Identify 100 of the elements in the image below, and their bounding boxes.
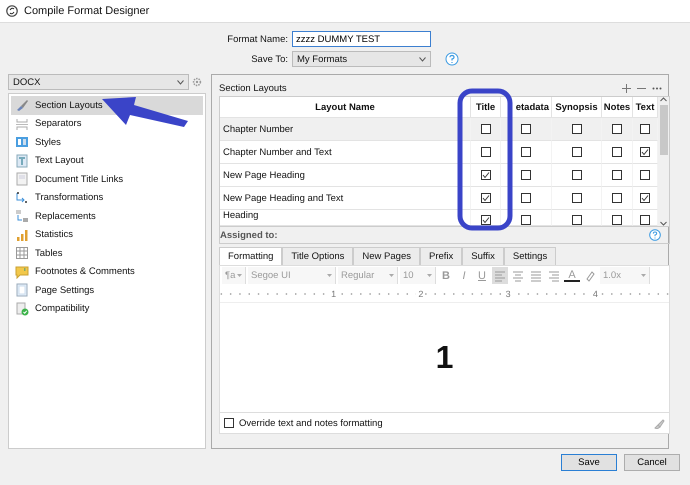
chevron-icon bbox=[419, 56, 426, 62]
ruler-number: 3 bbox=[504, 288, 513, 298]
sidebar-item[interactable]: Styles bbox=[11, 133, 203, 152]
checkbox[interactable] bbox=[612, 215, 622, 225]
checkbox[interactable] bbox=[480, 124, 490, 134]
tab[interactable]: Settings bbox=[504, 247, 556, 265]
field-label: Format Name: bbox=[226, 34, 288, 44]
editor-text: 1 bbox=[436, 339, 454, 376]
check-icon bbox=[482, 216, 490, 224]
checkbox-label: Override text and notes formatting bbox=[239, 418, 383, 428]
align-right-icon[interactable] bbox=[547, 268, 561, 282]
checkbox[interactable] bbox=[480, 193, 490, 203]
assigned-label: Assigned to: bbox=[220, 230, 278, 240]
checkbox[interactable] bbox=[572, 193, 582, 203]
document-check-icon bbox=[15, 302, 29, 316]
dialog-button[interactable]: Save bbox=[561, 454, 617, 471]
chevron-icon bbox=[177, 80, 184, 84]
sidebar-item[interactable]: Statistics bbox=[11, 226, 203, 244]
scrollbar[interactable] bbox=[658, 97, 669, 226]
checkbox[interactable] bbox=[480, 215, 490, 225]
tab[interactable]: Title Options bbox=[282, 247, 354, 265]
checkbox[interactable] bbox=[640, 170, 650, 180]
checkbox[interactable] bbox=[640, 215, 650, 225]
checkbox[interactable] bbox=[572, 170, 582, 180]
transform-icon bbox=[15, 190, 29, 205]
checkbox[interactable] bbox=[640, 147, 650, 157]
item-label: Footnotes & Comments bbox=[35, 266, 135, 278]
sidebar-item[interactable]: Compatibility bbox=[11, 300, 203, 318]
ruler-number: 4 bbox=[590, 288, 600, 298]
item-label: Styles bbox=[35, 136, 61, 148]
item-label: Statistics bbox=[35, 229, 74, 240]
checkbox[interactable] bbox=[521, 170, 531, 180]
item-label: Separators bbox=[35, 118, 82, 130]
checkbox[interactable] bbox=[640, 124, 650, 134]
check-icon bbox=[641, 148, 649, 156]
format-dropdown[interactable]: DOCX bbox=[8, 74, 189, 90]
checkbox[interactable] bbox=[572, 124, 582, 134]
item-label: Tables bbox=[35, 248, 62, 259]
checkbox[interactable] bbox=[612, 170, 622, 180]
align-center-icon[interactable] bbox=[511, 268, 525, 282]
table-cell: Chapter Number bbox=[220, 118, 471, 141]
sidebar-item[interactable]: Separators bbox=[11, 114, 203, 133]
styles-icon bbox=[15, 135, 29, 150]
window-title: Compile Format Designer bbox=[24, 5, 150, 17]
override-checkbox[interactable] bbox=[224, 418, 234, 428]
caret-icon bbox=[389, 274, 394, 277]
table-cell: New Page Heading and Text bbox=[220, 187, 471, 210]
checkbox[interactable] bbox=[480, 170, 490, 180]
sidebar-item[interactable]: Page Settings bbox=[11, 281, 203, 300]
sidebar-item[interactable]: Tables bbox=[11, 244, 203, 262]
sidebar-item[interactable]: Replacements bbox=[11, 207, 203, 226]
dialog-button[interactable]: Cancel bbox=[624, 454, 680, 471]
tab[interactable]: Formatting bbox=[219, 247, 282, 265]
replace-icon bbox=[15, 209, 29, 224]
check-icon bbox=[641, 194, 649, 202]
item-label: Text Layout bbox=[35, 155, 84, 166]
checkbox[interactable] bbox=[521, 124, 531, 134]
field-label: Save To: bbox=[250, 54, 288, 64]
help-icon[interactable] bbox=[649, 229, 661, 241]
tab[interactable]: Prefix bbox=[420, 247, 462, 265]
highlighter-icon[interactable] bbox=[584, 270, 596, 282]
checkbox[interactable] bbox=[612, 193, 622, 203]
checkbox[interactable] bbox=[612, 147, 622, 157]
help-icon[interactable] bbox=[445, 52, 459, 66]
panel-title: Section Layouts bbox=[219, 83, 287, 94]
ruler-number: 1 bbox=[329, 288, 338, 298]
tab[interactable]: Suffix bbox=[462, 247, 504, 265]
checkbox[interactable] bbox=[521, 215, 531, 225]
sidebar-item[interactable]: Footnotes & Comments bbox=[11, 262, 203, 281]
caret-icon bbox=[327, 274, 332, 277]
caret-icon bbox=[237, 274, 242, 277]
page-icon bbox=[15, 283, 29, 298]
layout-icon bbox=[15, 154, 29, 168]
tab[interactable]: New Pages bbox=[353, 247, 420, 265]
checkbox[interactable] bbox=[521, 147, 531, 157]
comment-icon bbox=[15, 264, 29, 279]
checkbox[interactable] bbox=[572, 147, 582, 157]
app-logo-icon bbox=[6, 5, 18, 17]
justify-icon[interactable] bbox=[529, 268, 543, 282]
item-label: Transformations bbox=[35, 192, 104, 204]
save-to-dropdown[interactable]: My Formats bbox=[292, 51, 431, 67]
checkbox[interactable] bbox=[572, 215, 582, 225]
table-cell: Chapter Number and Text bbox=[220, 141, 471, 164]
checkbox[interactable] bbox=[640, 193, 650, 203]
bar-chart-icon bbox=[15, 228, 29, 242]
table-cell: New Page Heading bbox=[220, 164, 471, 187]
brush-icon bbox=[15, 98, 29, 112]
add-icon[interactable] bbox=[622, 84, 631, 93]
checkbox[interactable] bbox=[521, 193, 531, 203]
checkbox[interactable] bbox=[480, 147, 490, 157]
sidebar-item[interactable]: Text Layout bbox=[11, 152, 203, 170]
sidebar-item[interactable]: Transformations bbox=[11, 188, 203, 207]
check-icon bbox=[482, 171, 490, 179]
checkbox[interactable] bbox=[612, 124, 622, 134]
ruler-number: 2 bbox=[416, 288, 426, 298]
item-label: Section Layouts bbox=[35, 100, 103, 111]
table-icon bbox=[15, 246, 29, 260]
format-name-field[interactable]: zzzz DUMMY TEST bbox=[292, 31, 431, 47]
sidebar-item[interactable]: Document Title Links bbox=[11, 170, 203, 188]
scroll-up-icon bbox=[660, 97, 667, 102]
